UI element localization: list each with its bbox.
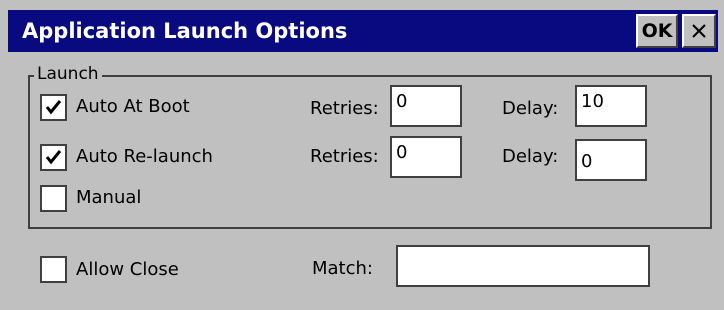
- window-title: Application Launch Options: [22, 19, 348, 43]
- auto-at-boot-checkbox[interactable]: [40, 94, 67, 121]
- auto-relaunch-retries-input[interactable]: 0: [390, 136, 462, 178]
- auto-at-boot-retries-label: Retries:: [310, 98, 379, 119]
- match-label: Match:: [312, 258, 373, 279]
- auto-relaunch-checkbox[interactable]: [40, 144, 67, 171]
- checkmark-icon: [45, 150, 62, 165]
- checkmark-icon: [45, 100, 62, 115]
- close-icon: [692, 24, 706, 38]
- launch-group-label: Launch: [34, 64, 102, 84]
- ok-button[interactable]: OK: [636, 14, 678, 48]
- auto-relaunch-retries-label: Retries:: [310, 146, 379, 167]
- auto-at-boot-retries-input[interactable]: 0: [390, 85, 462, 127]
- close-button[interactable]: [682, 14, 716, 48]
- auto-at-boot-label: Auto At Boot: [76, 96, 190, 117]
- auto-at-boot-delay-input[interactable]: 10: [575, 85, 647, 127]
- manual-checkbox[interactable]: [40, 185, 67, 212]
- allow-close-checkbox[interactable]: [40, 256, 67, 283]
- auto-relaunch-delay-input[interactable]: 0: [575, 139, 647, 181]
- match-input[interactable]: [396, 245, 650, 287]
- auto-relaunch-label: Auto Re-launch: [76, 146, 213, 167]
- auto-relaunch-delay-label: Delay:: [502, 146, 559, 167]
- allow-close-label: Allow Close: [76, 259, 179, 280]
- auto-at-boot-delay-label: Delay:: [502, 98, 559, 119]
- dialog-window: Application Launch Options OK Launch Aut…: [0, 0, 724, 310]
- title-bar: Application Launch Options OK: [8, 10, 718, 52]
- manual-label: Manual: [76, 187, 142, 208]
